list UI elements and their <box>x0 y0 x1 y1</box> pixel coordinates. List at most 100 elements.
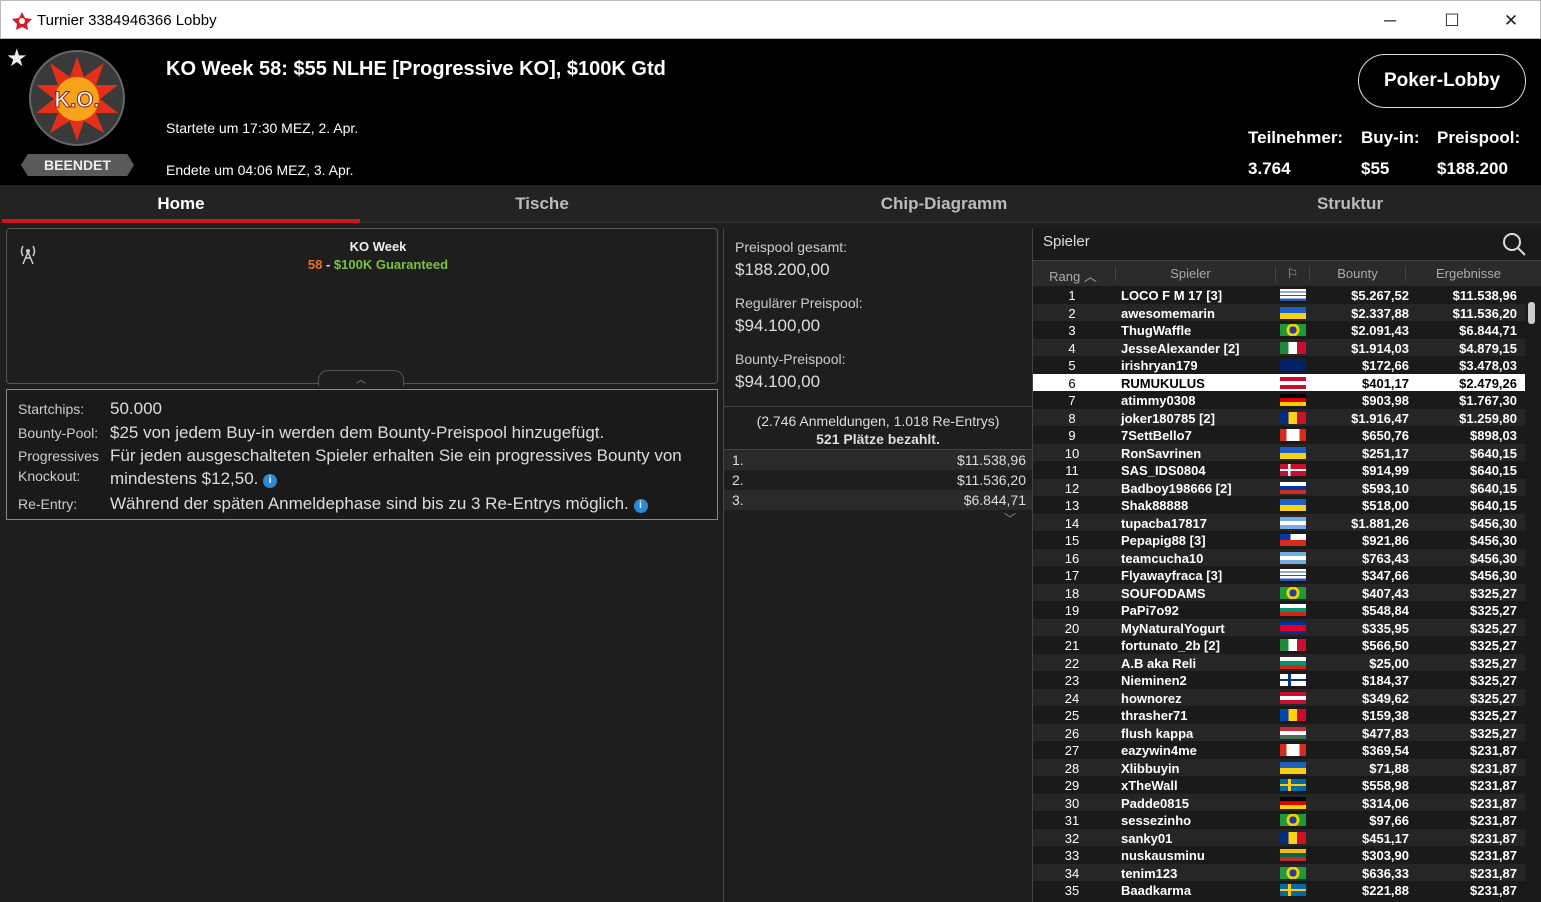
player-rank: 19 <box>1064 603 1080 618</box>
player-row[interactable]: 33 nuskausminu $303,90 $231,87 <box>1033 846 1525 864</box>
flag-column-header-icon[interactable]: ⚐ <box>1275 266 1309 282</box>
rank-column-header[interactable]: Rang ︿ <box>1033 266 1113 285</box>
player-result: $231,87 <box>1470 778 1517 793</box>
player-name: Nieminen2 <box>1121 673 1187 688</box>
pokerstars-logo-icon <box>12 12 32 30</box>
player-row[interactable]: 11 SAS_IDS0804 $914,99 $640,15 <box>1033 461 1525 479</box>
info-icon[interactable]: i <box>263 474 278 488</box>
uy-flag-icon <box>1280 569 1306 581</box>
gb-flag-icon <box>1280 359 1306 371</box>
player-row[interactable]: 26 flush kappa $477,83 $325,27 <box>1033 723 1525 741</box>
player-rank: 27 <box>1064 743 1080 758</box>
br-flag-icon <box>1280 814 1306 826</box>
ca-flag-icon <box>1280 429 1306 441</box>
player-bounty: $401,17 <box>1362 375 1409 391</box>
player-rank: 34 <box>1064 865 1080 881</box>
start-time: Startete um 17:30 MEZ, 2. Apr. <box>166 120 359 136</box>
player-bounty: $347,66 <box>1362 568 1409 583</box>
player-row[interactable]: 25 thrasher71 $159,38 $325,27 <box>1033 706 1525 724</box>
player-row[interactable]: 22 A.B aka Reli $25,00 $325,27 <box>1033 653 1525 671</box>
participants-label: Teilnehmer: <box>1248 128 1344 147</box>
player-rank: 23 <box>1064 673 1080 688</box>
player-bounty: $159,38 <box>1362 708 1409 723</box>
player-row[interactable]: 15 Pepapig88 [3] $921,86 $456,30 <box>1033 531 1525 549</box>
result-column-header[interactable]: Ergebnisse <box>1405 266 1531 281</box>
hu-flag-icon <box>1280 726 1306 739</box>
maximize-button[interactable]: ☐ <box>1429 7 1475 34</box>
prizepool-value: $188.200 <box>1437 159 1508 178</box>
player-row[interactable]: 28 Xlibbuyin $71,88 $231,87 <box>1033 758 1525 776</box>
tournament-name: KO Week 58: $55 NLHE [Progressive KO], $… <box>166 58 666 80</box>
player-rank: 1 <box>1068 288 1076 303</box>
player-row[interactable]: 3 ThugWaffle $2.091,43 $6.844,71 <box>1033 321 1525 339</box>
player-list-scrollbar[interactable] <box>1526 288 1537 902</box>
info-icon[interactable]: i <box>633 499 648 513</box>
player-row[interactable]: 4 JesseAlexander [2] $1.914,03 $4.879,15 <box>1033 338 1525 356</box>
player-row[interactable]: 5 irishryan179 $172,66 $3.478,03 <box>1033 356 1525 374</box>
player-row[interactable]: 19 PaPi7o92 $548,84 $325,27 <box>1033 601 1525 619</box>
player-row[interactable]: 10 RonSavrinen $251,17 $640,15 <box>1033 443 1525 461</box>
player-row[interactable]: 12 Badboy198666 [2] $593,10 $640,15 <box>1033 478 1525 496</box>
player-result: $325,27 <box>1470 603 1517 618</box>
close-button[interactable]: ✕ <box>1488 7 1534 34</box>
player-row[interactable]: 9 7SettBello7 $650,76 $898,03 <box>1033 426 1525 444</box>
payout-row: 2. $11.536,20 <box>724 470 1032 490</box>
tab-home[interactable]: Home <box>2 185 360 223</box>
startchips-label: Startchips: <box>18 401 85 417</box>
player-table-header: Rang ︿ Spieler ⚐ Bounty Ergebnisse <box>1033 260 1541 286</box>
expand-payouts-chevron-down-icon[interactable]: ﹀ <box>1004 510 1016 527</box>
player-row[interactable]: 7 atimmy0308 $903,98 $1.767,30 <box>1033 391 1525 409</box>
poker-lobby-button[interactable]: Poker-Lobby <box>1358 54 1526 108</box>
player-row[interactable]: 20 MyNaturalYogurt $335,95 $325,27 <box>1033 618 1525 636</box>
player-bounty: $314,06 <box>1362 795 1409 811</box>
ar-flag-icon <box>1280 551 1306 564</box>
tab-chip-chart[interactable]: Chip-Diagramm <box>764 185 1124 223</box>
player-rank: 18 <box>1064 585 1080 601</box>
player-row[interactable]: 6 RUMUKULUS $401,17 $2.479,26 <box>1033 373 1525 391</box>
player-row[interactable]: 21 fortunato_2b [2] $566,50 $325,27 <box>1033 636 1525 654</box>
collapse-handle-chevron-up-icon[interactable]: ︿ <box>318 370 404 386</box>
player-row[interactable]: 24 hownorez $349,62 $325,27 <box>1033 688 1525 706</box>
ua-flag-icon <box>1280 499 1306 511</box>
de-flag-icon <box>1280 394 1306 406</box>
player-row[interactable]: 30 Padde0815 $314,06 $231,87 <box>1033 793 1525 811</box>
player-row[interactable]: 23 Nieminen2 $184,37 $325,27 <box>1033 671 1525 689</box>
player-row[interactable]: 1 LOCO F M 17 [3] $5.267,52 $11.538,96 <box>1033 286 1525 304</box>
player-search-input[interactable]: Spieler <box>1043 233 1090 250</box>
player-name: atimmy0308 <box>1121 393 1196 408</box>
player-row[interactable]: 2 awesomemarin $2.337,88 $11.536,20 <box>1033 303 1525 321</box>
bounty-column-header[interactable]: Bounty <box>1309 266 1405 281</box>
player-row[interactable]: 32 sanky01 $451,17 $231,87 <box>1033 828 1525 846</box>
player-row[interactable]: 34 tenim123 $636,33 $231,87 <box>1033 863 1525 881</box>
favorite-star-icon[interactable]: ★ <box>6 44 28 73</box>
scrollbar-thumb[interactable] <box>1528 302 1535 324</box>
player-rank: 8 <box>1068 410 1076 426</box>
player-row[interactable]: 8 joker180785 [2] $1.916,47 $1.259,80 <box>1033 408 1525 426</box>
player-row[interactable]: 16 teamcucha10 $763,43 $456,30 <box>1033 548 1525 566</box>
minimize-button[interactable]: ─ <box>1367 7 1413 34</box>
player-rank: 29 <box>1064 778 1080 793</box>
ko-logo: K.O. <box>29 50 125 146</box>
player-row[interactable]: 18 SOUFODAMS $407,43 $325,27 <box>1033 583 1525 601</box>
br-flag-icon <box>1280 586 1306 599</box>
player-name: fortunato_2b [2] <box>1121 638 1220 653</box>
player-row[interactable]: 13 Shak88888 $518,00 $640,15 <box>1033 496 1525 514</box>
player-name: Baadkarma <box>1121 883 1192 898</box>
tab-tables[interactable]: Tische <box>362 185 722 223</box>
player-row[interactable]: 17 Flyawayfraca [3] $347,66 $456,30 <box>1033 566 1525 584</box>
player-name: hownorez <box>1121 690 1182 706</box>
player-rank: 35 <box>1064 883 1080 898</box>
tab-structure[interactable]: Struktur <box>1170 185 1530 223</box>
player-bounty: $1.916,47 <box>1351 410 1409 426</box>
player-row[interactable]: 27 eazywin4me $369,54 $231,87 <box>1033 741 1525 759</box>
player-rank: 4 <box>1068 340 1076 356</box>
player-column-header[interactable]: Spieler <box>1115 266 1265 281</box>
player-row[interactable]: 29 xTheWall $558,98 $231,87 <box>1033 776 1525 794</box>
search-icon[interactable] <box>1501 231 1527 257</box>
player-result: $325,27 <box>1470 690 1517 706</box>
player-row[interactable]: 31 sessezinho $97,66 $231,87 <box>1033 811 1525 829</box>
player-name: Padde0815 <box>1121 795 1189 811</box>
player-row[interactable]: 14 tupacba17817 $1.881,26 $456,30 <box>1033 513 1525 531</box>
player-row[interactable]: 35 Baadkarma $221,88 $231,87 <box>1033 881 1525 899</box>
player-result: $231,87 <box>1470 795 1517 811</box>
